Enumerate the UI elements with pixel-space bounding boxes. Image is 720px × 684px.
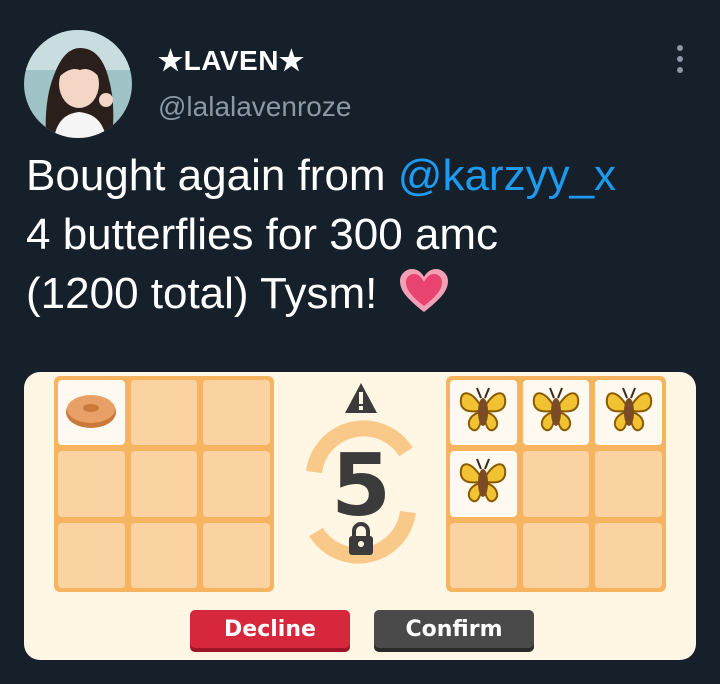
tweet-line-1: Bought again from @karzyy_x — [26, 146, 716, 205]
trade-screenshot[interactable]: 5 Decline Confirm — [24, 372, 696, 660]
partner-trade-slot[interactable] — [595, 380, 662, 446]
trade-timer: 5 — [331, 436, 391, 536]
butterfly-icon — [601, 382, 657, 443]
trade-status-panel: 5 — [296, 372, 426, 602]
my-offer-grid — [54, 376, 274, 592]
donut-icon — [64, 390, 118, 435]
partner-trade-slot[interactable] — [450, 380, 517, 446]
my-trade-slot[interactable] — [203, 522, 270, 588]
tweet-line-3: (1200 total) Tysm! — [26, 264, 716, 329]
tweet-text: Bought again from @karzyy_x 4 butterflie… — [26, 146, 716, 329]
my-trade-slot[interactable] — [58, 522, 125, 588]
heart-emoji-icon — [398, 268, 450, 329]
my-trade-slot[interactable] — [203, 451, 270, 517]
tweet-line-2: 4 butterflies for 300 amc — [26, 210, 499, 259]
partner-trade-slot[interactable] — [522, 522, 590, 588]
partner-trade-slot[interactable] — [450, 522, 517, 588]
more-options-icon[interactable] — [670, 45, 690, 77]
tweet-line-3-text: (1200 total) Tysm! — [26, 269, 390, 318]
my-trade-slot[interactable] — [58, 380, 125, 446]
partner-trade-slot[interactable] — [522, 380, 590, 446]
my-trade-slot[interactable] — [203, 380, 270, 446]
my-trade-slot[interactable] — [58, 451, 125, 517]
partner-trade-slot[interactable] — [595, 522, 662, 588]
avatar[interactable] — [24, 30, 132, 138]
my-trade-slot[interactable] — [130, 522, 198, 588]
tweet-line-1-text: Bought again from — [26, 151, 398, 200]
warning-icon — [344, 382, 378, 419]
confirm-button[interactable]: Confirm — [374, 610, 534, 648]
butterfly-icon — [455, 453, 511, 514]
decline-button[interactable]: Decline — [190, 610, 350, 648]
butterfly-icon — [455, 382, 511, 443]
partner-offer-grid — [446, 376, 666, 592]
my-trade-slot[interactable] — [130, 380, 198, 446]
my-trade-slot[interactable] — [130, 451, 198, 517]
mention-link[interactable]: @karzyy_x — [398, 151, 616, 200]
user-handle[interactable]: @lalalavenroze — [158, 91, 351, 123]
partner-trade-slot[interactable] — [450, 451, 517, 517]
partner-trade-slot[interactable] — [522, 451, 590, 517]
display-name[interactable]: ★LAVEN★ — [158, 44, 305, 77]
partner-trade-slot[interactable] — [595, 451, 662, 517]
butterfly-icon — [528, 382, 584, 443]
lock-icon — [347, 522, 375, 561]
